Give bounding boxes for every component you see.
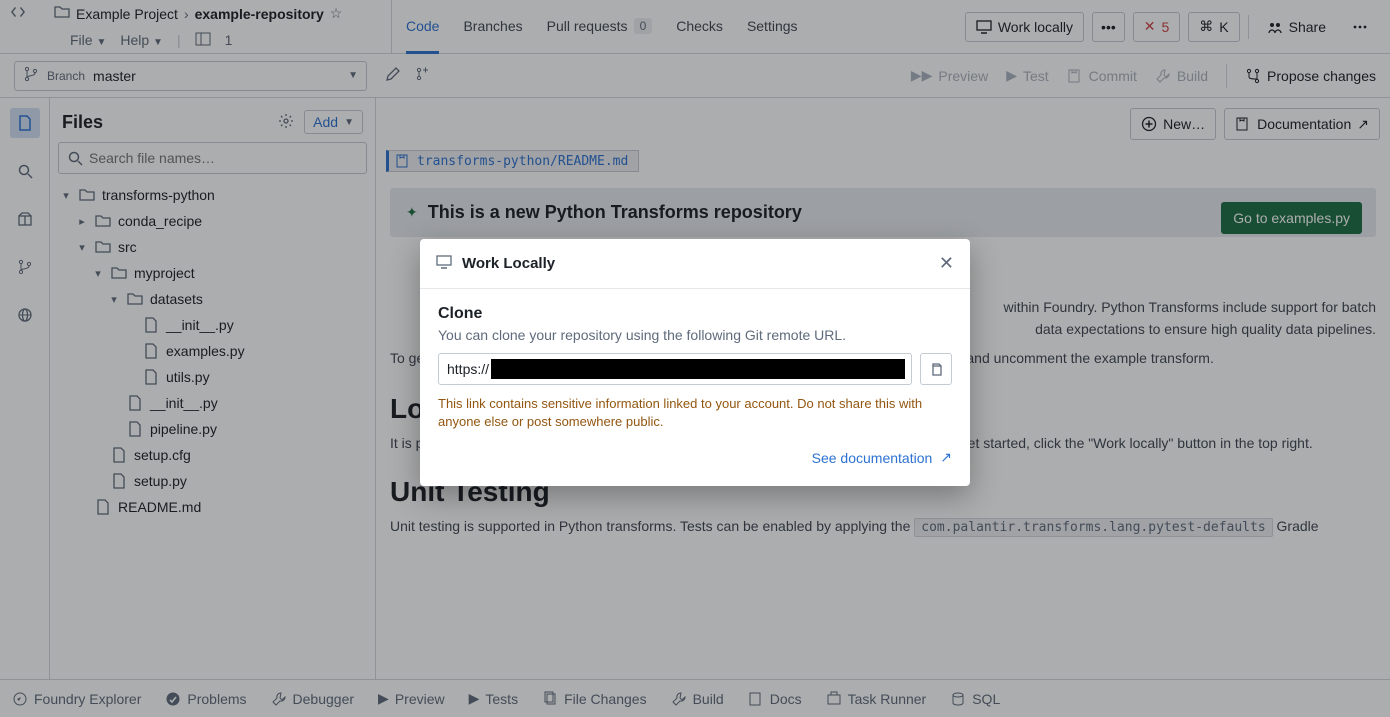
- copy-button[interactable]: [920, 353, 952, 385]
- warning-text: This link contains sensitive information…: [438, 395, 952, 431]
- work-locally-modal: Work Locally ✕ Clone You can clone your …: [420, 239, 970, 486]
- clone-heading: Clone: [438, 305, 952, 323]
- redacted-url: [491, 359, 905, 379]
- modal-title: Work Locally: [462, 255, 555, 272]
- close-icon[interactable]: ✕: [939, 253, 954, 274]
- see-documentation-link[interactable]: See documentation ↗: [812, 449, 952, 466]
- modal-overlay[interactable]: Work Locally ✕ Clone You can clone your …: [0, 0, 1390, 717]
- monitor-icon: [436, 254, 452, 273]
- clone-description: You can clone your repository using the …: [438, 327, 952, 343]
- clone-url-input[interactable]: https://: [438, 353, 912, 385]
